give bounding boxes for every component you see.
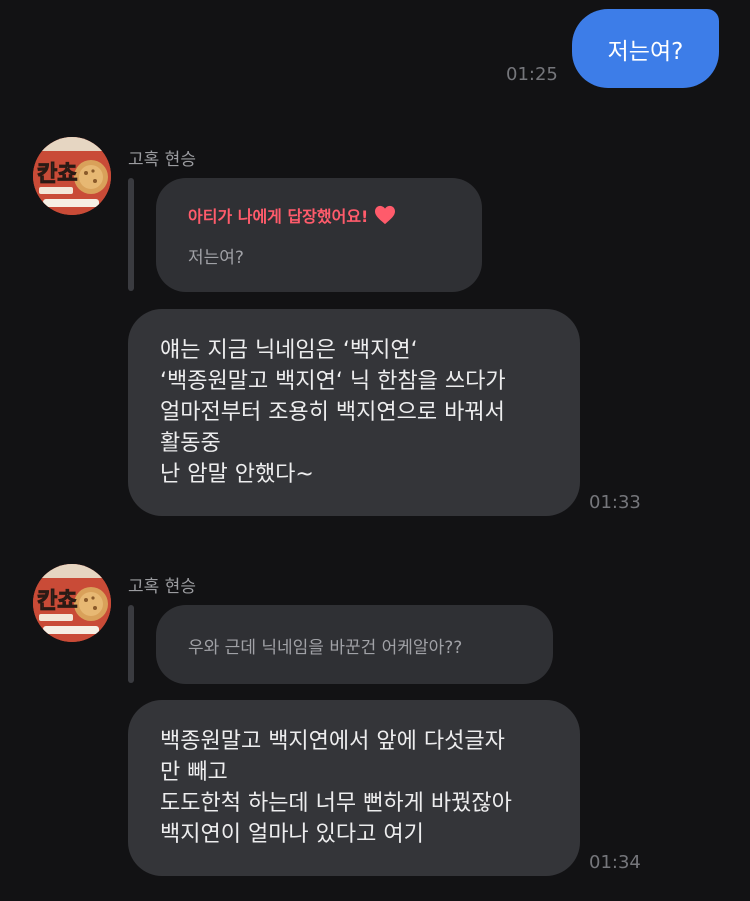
svg-text:칸쵸: 칸쵸 bbox=[37, 162, 77, 187]
sender-avatar[interactable]: 칸쵸 bbox=[33, 564, 111, 642]
message-line: 만 빼고 bbox=[160, 760, 228, 785]
message-line: 도도한척 하는데 너무 뻔하게 바꿨잖아 bbox=[160, 791, 512, 816]
outgoing-timestamp: 01:25 bbox=[506, 64, 558, 85]
message-line: 백종원말고 백지연에서 앞에 다섯글자 bbox=[160, 729, 505, 754]
sender-name: 고혹 현승 bbox=[128, 150, 196, 170]
choco-snack-avatar-icon: 칸쵸 bbox=[33, 137, 111, 215]
message-line: 난 암말 안했다~ bbox=[160, 462, 314, 487]
reply-quote-bubble[interactable]: 아티가 나에게 답장했어요! 저는여? bbox=[156, 178, 482, 292]
outgoing-message-bubble[interactable]: 저는여? bbox=[572, 9, 719, 88]
incoming-timestamp: 01:33 bbox=[589, 492, 641, 513]
incoming-message-bubble[interactable]: 얘는 지금 닉네임은 ‘백지연‘ ‘백종원말고 백지연‘ 닉 한참을 쓰다가 얼… bbox=[128, 309, 580, 516]
reply-header-text: 아티가 나에게 답장했어요! bbox=[188, 207, 369, 226]
reply-quoted-text: 저는여? bbox=[188, 248, 244, 268]
message-line: 얼마전부터 조용히 백지연으로 바꿔서 bbox=[160, 400, 505, 425]
svg-text:칸쵸: 칸쵸 bbox=[37, 589, 77, 614]
incoming-message-bubble[interactable]: 백종원말고 백지연에서 앞에 다섯글자 만 빼고 도도한척 하는데 너무 뻔하게… bbox=[128, 700, 580, 876]
reply-quote-bubble[interactable]: 우와 근데 닉네임을 바꾼건 어케알아?? bbox=[156, 605, 553, 684]
reply-quote-header: 아티가 나에게 답장했어요! bbox=[188, 203, 396, 227]
sender-name: 고혹 현승 bbox=[128, 577, 196, 597]
incoming-timestamp: 01:34 bbox=[589, 852, 641, 873]
reply-quoted-text: 우와 근데 닉네임을 바꾼건 어케알아?? bbox=[188, 638, 463, 658]
reply-indicator-bar bbox=[128, 178, 134, 291]
outgoing-message-text: 저는여? bbox=[607, 38, 684, 65]
message-line: 얘는 지금 닉네임은 ‘백지연‘ bbox=[160, 338, 418, 363]
choco-snack-avatar-icon: 칸쵸 bbox=[33, 564, 111, 642]
reply-indicator-bar bbox=[128, 605, 134, 683]
message-line: 백지연이 얼마나 있다고 여기 bbox=[160, 822, 424, 847]
message-line: ‘백종원말고 백지연‘ 닉 한참을 쓰다가 bbox=[160, 369, 506, 394]
sender-avatar[interactable]: 칸쵸 bbox=[33, 137, 111, 215]
message-line: 활동중 bbox=[160, 431, 221, 456]
heart-icon bbox=[375, 205, 396, 225]
